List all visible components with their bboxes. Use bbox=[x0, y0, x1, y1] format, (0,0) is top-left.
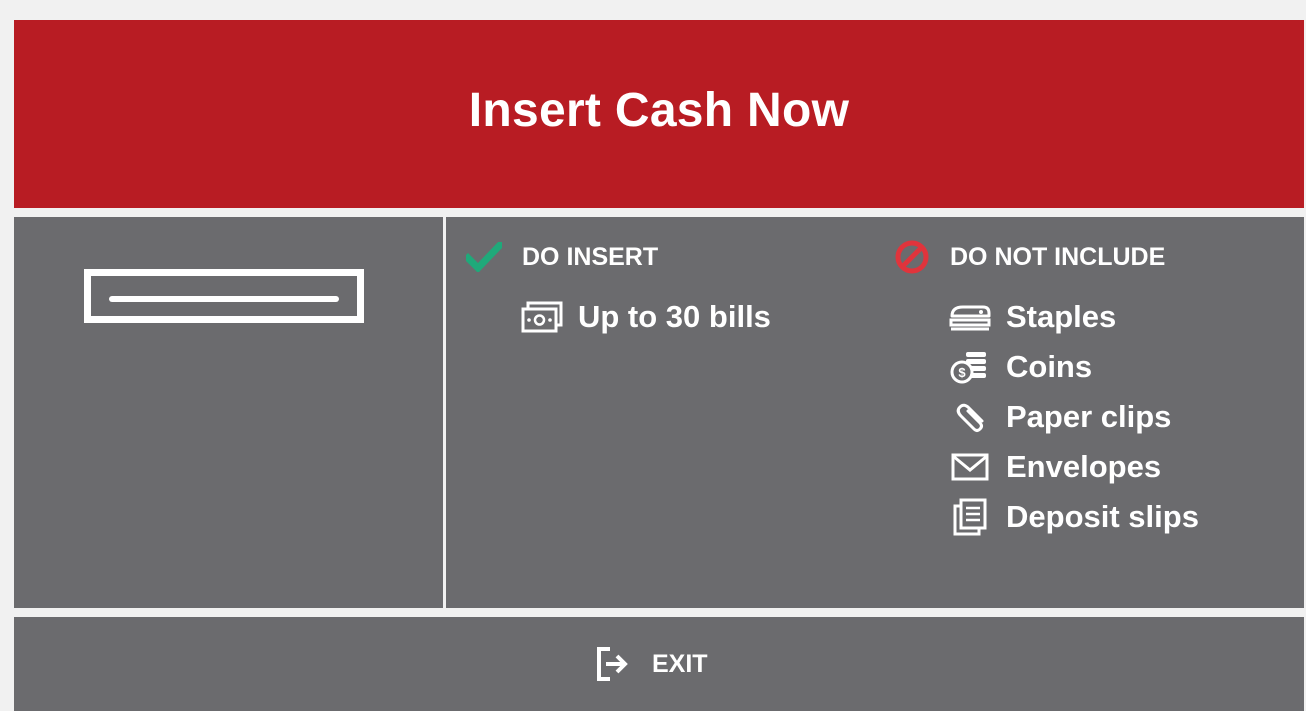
stapler-icon bbox=[948, 295, 992, 339]
list-item-label: Paper clips bbox=[1006, 399, 1172, 434]
prohibited-icon bbox=[894, 239, 930, 275]
svg-text:$: $ bbox=[958, 365, 966, 380]
list-item-paper-clips: Paper clips bbox=[948, 395, 1171, 439]
exit-button-label: EXIT bbox=[652, 649, 708, 678]
do-not-include-heading-label: DO NOT INCLUDE bbox=[950, 242, 1166, 271]
page-title: Insert Cash Now bbox=[468, 83, 850, 137]
list-item-label: Up to 30 bills bbox=[578, 299, 771, 334]
exit-icon bbox=[594, 645, 632, 683]
exit-button[interactable]: EXIT bbox=[594, 643, 708, 685]
do-not-include-heading: DO NOT INCLUDE bbox=[894, 237, 1165, 277]
envelope-icon bbox=[948, 445, 992, 489]
list-item-label: Staples bbox=[1006, 299, 1117, 334]
list-item-label: Envelopes bbox=[1006, 449, 1162, 484]
list-item-coins: $ Coins bbox=[948, 345, 1092, 389]
header-banner: Insert Cash Now bbox=[14, 20, 1304, 208]
list-item-bills: Up to 30 bills bbox=[520, 295, 771, 339]
paperclip-icon bbox=[948, 395, 992, 439]
checkmark-icon bbox=[466, 239, 502, 275]
instructions-panel: DO INSERT Up to 30 bills DO NOT INCLUDE bbox=[446, 217, 1304, 608]
list-item-envelopes: Envelopes bbox=[948, 445, 1161, 489]
bill-slot-icon bbox=[84, 269, 364, 323]
list-item-deposit-slips: Deposit slips bbox=[948, 495, 1199, 539]
list-item-label: Deposit slips bbox=[1006, 499, 1199, 534]
list-item-label: Coins bbox=[1006, 349, 1093, 384]
bill-slot-opening bbox=[109, 296, 339, 302]
footer-bar: EXIT bbox=[14, 617, 1304, 711]
deposit-slip-icon bbox=[948, 495, 992, 539]
banknote-icon bbox=[520, 295, 564, 339]
list-item-staples: Staples bbox=[948, 295, 1116, 339]
do-insert-heading-label: DO INSERT bbox=[522, 242, 659, 271]
slot-panel bbox=[14, 217, 443, 608]
do-insert-heading: DO INSERT bbox=[466, 237, 658, 277]
coins-icon: $ bbox=[948, 345, 992, 389]
